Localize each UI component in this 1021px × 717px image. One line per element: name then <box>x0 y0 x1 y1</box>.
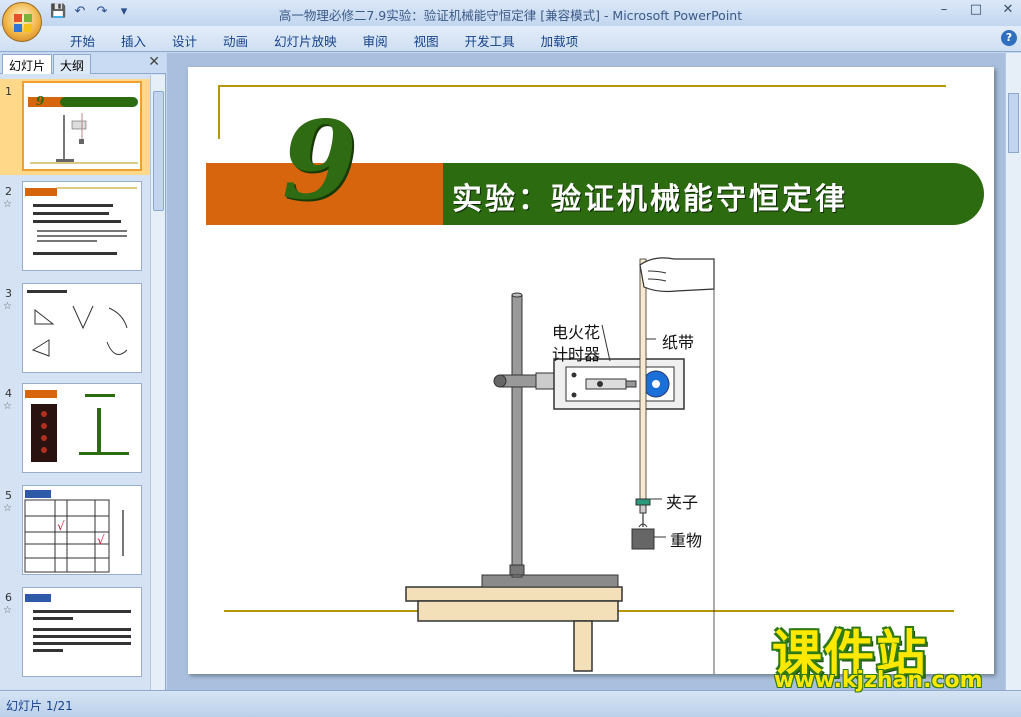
tab-review[interactable]: 审阅 <box>350 31 401 50</box>
tab-design[interactable]: 设计 <box>159 31 210 50</box>
animation-star-icon: ☆ <box>3 401 12 412</box>
window-title: 高一物理必修二7.9实验：验证机械能守恒定律 [兼容模式] - Microsof… <box>278 8 743 23</box>
thumbnail-row[interactable]: 3 ☆ <box>0 281 150 377</box>
ribbon-tabs: 开始 插入 设计 动画 幻灯片放映 审阅 视图 开发工具 加载项 <box>57 31 591 50</box>
slide-thumbnail[interactable]: 9 <box>22 81 142 171</box>
scroll-thumb[interactable] <box>1008 93 1019 153</box>
svg-text:√: √ <box>57 519 65 533</box>
watermark-logo: 课件站 www.kjzhan.com <box>764 614 1004 693</box>
label-tape: 纸带 <box>662 333 695 352</box>
animation-star-icon: ☆ <box>3 199 12 210</box>
thumbnail-graphic: √ √ <box>24 490 124 573</box>
thumbnail-graphic: 9 <box>28 94 138 164</box>
label-weight: 重物 <box>670 531 703 550</box>
tab-slides[interactable]: 幻灯片 <box>2 54 53 74</box>
slide[interactable]: 9 实验：验证机械能守恒定律 电火花 计时器 纸带 夹子 重物 <box>188 67 994 674</box>
slide-thumbnail[interactable] <box>22 283 142 373</box>
thumbnail-scrollbar[interactable] <box>150 75 165 690</box>
tab-animation[interactable]: 动画 <box>210 31 261 50</box>
office-logo-icon <box>14 14 32 32</box>
tab-slideshow[interactable]: 幻灯片放映 <box>261 31 350 50</box>
slides-panel: 幻灯片 大纲 ✕ 1 9 2 ☆ 3 ☆ 4 ☆ 5 ☆ √ √ 6 ☆ <box>0 53 166 690</box>
slide-thumbnail[interactable] <box>22 181 142 271</box>
window-controls: – □ ✕ <box>937 2 1015 18</box>
slide-thumbnail[interactable]: √ √ <box>22 485 142 575</box>
thumbnail-number: 2 <box>5 185 12 198</box>
slide-scrollbar[interactable] <box>1005 53 1021 690</box>
office-button[interactable] <box>2 2 42 42</box>
slide-thumbnail[interactable] <box>22 587 142 677</box>
thumbnail-row[interactable]: 2 ☆ <box>0 179 150 275</box>
apparatus-diagram: 电火花 计时器 纸带 夹子 重物 <box>404 249 724 674</box>
watermark-url: www.kjzhan.com <box>774 668 983 693</box>
gold-rule-top <box>218 85 946 87</box>
section-number: 9 <box>282 98 358 224</box>
status-bar: 幻灯片 1/21 <box>0 690 1021 717</box>
thumbnail-graphic <box>27 290 128 357</box>
label-timer-line1: 电火花 <box>552 323 601 342</box>
label-clip: 夹子 <box>666 493 699 512</box>
slide-canvas: 9 实验：验证机械能守恒定律 电火花 计时器 纸带 夹子 重物 <box>167 53 1005 690</box>
animation-star-icon: ☆ <box>3 301 12 312</box>
thumbnail-row[interactable]: 1 9 <box>0 79 150 175</box>
thumbnail-graphic <box>25 390 129 462</box>
close-icon[interactable]: ✕ <box>1001 2 1015 18</box>
minimize-icon[interactable]: – <box>937 2 951 18</box>
svg-text:9: 9 <box>36 94 45 108</box>
slide-title: 实验：验证机械能守恒定律 <box>452 182 848 217</box>
help-icon[interactable]: ? <box>1001 30 1017 46</box>
thumbnail-number: 4 <box>5 387 12 400</box>
thumbnail-number: 1 <box>5 85 12 98</box>
thumbnail-row[interactable]: 4 ☆ <box>0 381 150 477</box>
label-timer-line2: 计时器 <box>552 345 601 364</box>
tab-developer[interactable]: 开发工具 <box>452 31 528 50</box>
thumbnail-row[interactable]: 6 ☆ <box>0 585 150 681</box>
tab-outline[interactable]: 大纲 <box>53 54 92 74</box>
maximize-icon[interactable]: □ <box>969 2 983 18</box>
tab-insert[interactable]: 插入 <box>108 31 159 50</box>
gold-rule-vertical <box>218 85 220 139</box>
close-icon[interactable]: ✕ <box>148 54 160 70</box>
thumbnail-graphic <box>25 187 137 255</box>
ribbon: 开始 插入 设计 动画 幻灯片放映 审阅 视图 开发工具 加载项 ? <box>0 26 1021 52</box>
svg-text:√: √ <box>97 533 105 547</box>
scroll-thumb[interactable] <box>153 91 164 211</box>
apparatus-drawing <box>405 257 715 674</box>
thumbnail-row[interactable]: 5 ☆ √ √ <box>0 483 150 579</box>
thumbnail-number: 3 <box>5 287 12 300</box>
animation-star-icon: ☆ <box>3 605 12 616</box>
slide-counter: 幻灯片 1/21 <box>6 699 73 713</box>
thumbnail-number: 6 <box>5 591 12 604</box>
tab-addins[interactable]: 加载项 <box>528 31 592 50</box>
panel-tabs: 幻灯片 大纲 ✕ <box>0 53 166 74</box>
thumbnail-number: 5 <box>5 489 12 502</box>
title-bar: 💾 ↶ ↷ ▾ 高一物理必修二7.9实验：验证机械能守恒定律 [兼容模式] - … <box>0 0 1021 26</box>
tab-view[interactable]: 视图 <box>401 31 452 50</box>
animation-star-icon: ☆ <box>3 503 12 514</box>
thumbnail-graphic <box>25 594 131 652</box>
tab-home[interactable]: 开始 <box>57 31 108 50</box>
thumbnail-list: 1 9 2 ☆ 3 ☆ 4 ☆ 5 ☆ √ √ 6 ☆ <box>0 75 150 690</box>
slide-thumbnail[interactable] <box>22 383 142 473</box>
